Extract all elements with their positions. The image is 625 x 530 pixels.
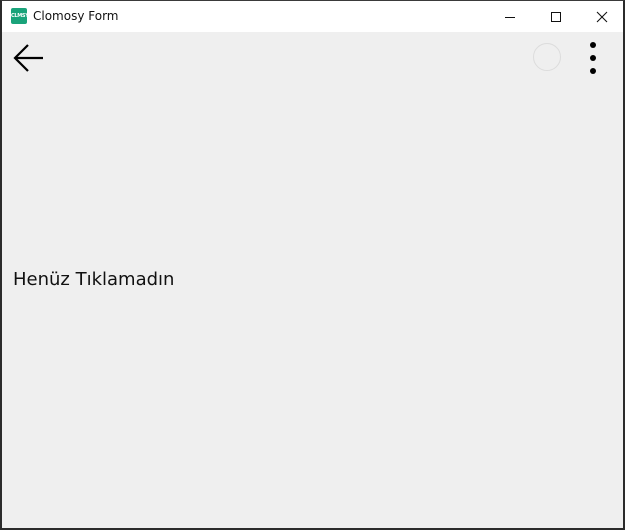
more-options-button[interactable] [580,38,606,78]
minimize-icon [505,17,515,18]
app-window: CLMSY Clomosy Form Henüz Tıklamadın [0,0,625,530]
maximize-button[interactable] [533,1,579,32]
more-vertical-icon [590,42,596,48]
form-content: Henüz Tıklamadın [2,32,623,528]
app-icon: CLMSY [11,8,27,24]
arrow-left-icon [13,44,43,72]
title-bar[interactable]: CLMSY Clomosy Form [2,1,623,32]
window-title: Clomosy Form [33,9,119,23]
back-button[interactable] [10,40,50,76]
status-label: Henüz Tıklamadın [13,269,175,290]
progress-indicator [533,43,561,71]
minimize-button[interactable] [487,1,533,32]
maximize-icon [551,12,561,22]
close-icon [596,11,608,23]
close-button[interactable] [579,1,625,32]
